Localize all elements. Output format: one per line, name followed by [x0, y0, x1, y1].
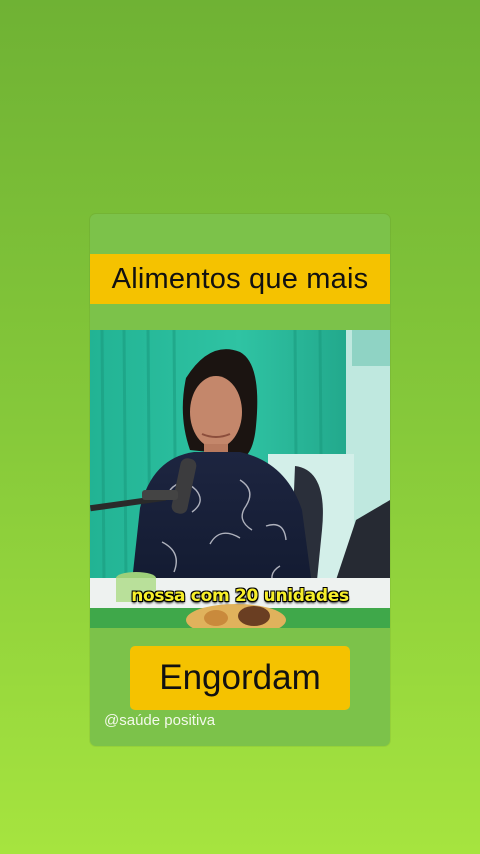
post-card: Alimentos que mais nossa com 20 unidades…: [90, 214, 390, 746]
account-handle[interactable]: @saúde positiva: [104, 712, 215, 729]
video-caption: nossa com 20 unidades: [131, 586, 349, 606]
video-frame[interactable]: nossa com 20 unidades: [90, 330, 390, 628]
highlight-banner: Engordam: [130, 646, 350, 710]
post-title: Alimentos que mais: [111, 262, 369, 295]
highlight-text: Engordam: [159, 658, 321, 697]
title-banner: Alimentos que mais: [90, 254, 390, 304]
video-still: [90, 330, 390, 628]
